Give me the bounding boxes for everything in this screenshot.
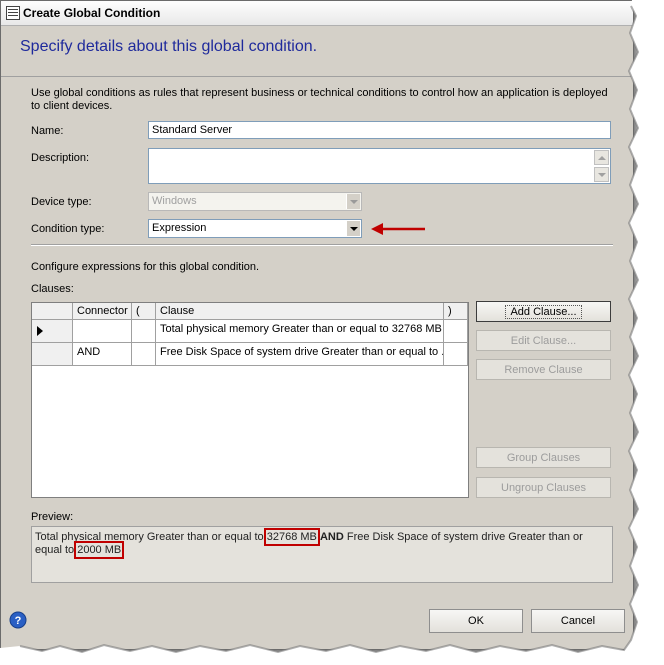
window-title: Create Global Condition: [23, 6, 161, 20]
table-row-2-close[interactable]: [444, 343, 468, 366]
preview-disk-value: 2000 MB: [74, 541, 125, 559]
column-header-connector[interactable]: Connector: [73, 303, 132, 320]
help-icon[interactable]: ?: [9, 611, 27, 629]
row-header-corner: [32, 303, 73, 320]
table-row-1-close[interactable]: [444, 320, 468, 343]
device-type-select: Windows: [148, 192, 362, 211]
wizard-header: Specify details about this global condit…: [1, 26, 633, 77]
separator: [31, 244, 613, 246]
table-row-1-clause[interactable]: Total physical memory Greater than or eq…: [156, 320, 444, 343]
row-selector[interactable]: [32, 320, 73, 343]
expressions-label: Configure expressions for this global co…: [31, 261, 260, 273]
table-row-2-connector[interactable]: AND: [73, 343, 132, 366]
add-clause-button[interactable]: Add Clause...: [476, 301, 611, 322]
svg-text:?: ?: [15, 615, 22, 627]
add-clause-label: Add Clause...: [505, 304, 582, 319]
clauses-label: Clauses:: [31, 283, 74, 295]
preview-connector: AND: [319, 531, 344, 543]
description-field[interactable]: [148, 148, 611, 184]
ungroup-clauses-button[interactable]: Ungroup Clauses: [476, 477, 611, 498]
group-clauses-button[interactable]: Group Clauses: [476, 447, 611, 468]
column-header-clause[interactable]: Clause: [156, 303, 444, 320]
table-row-1-open[interactable]: [132, 320, 156, 343]
table-row-2-clause[interactable]: Free Disk Space of system drive Greater …: [156, 343, 444, 366]
preview-label: Preview:: [31, 511, 74, 523]
preview-text-1: Total physical memory Greater than or eq…: [35, 531, 267, 543]
intro-text: Use global conditions as rules that repr…: [31, 87, 608, 112]
clauses-table[interactable]: Connector ( Clause ) Total physical memo…: [31, 302, 469, 498]
edit-clause-button[interactable]: Edit Clause...: [476, 330, 611, 351]
column-header-close-paren[interactable]: ): [444, 303, 468, 320]
row-pointer-icon: [37, 326, 43, 336]
title-bar: Create Global Condition: [1, 1, 633, 26]
column-header-open-paren[interactable]: (: [132, 303, 156, 320]
create-global-condition-dialog: Create Global Condition Specify details …: [0, 0, 634, 650]
table-row-2-open[interactable]: [132, 343, 156, 366]
description-label: Description:: [31, 152, 90, 164]
condition-type-label: Condition type:: [31, 223, 105, 235]
preview-memory-value: 32768 MB: [263, 528, 320, 546]
remove-clause-button[interactable]: Remove Clause: [476, 359, 611, 380]
chevron-down-icon: [346, 194, 360, 209]
cancel-button[interactable]: Cancel: [531, 609, 625, 633]
window-icon: [6, 6, 20, 20]
scroll-up-icon[interactable]: [594, 150, 609, 165]
row-selector[interactable]: [32, 343, 73, 366]
ok-button[interactable]: OK: [429, 609, 523, 633]
preview-box: Total physical memory Greater than or eq…: [31, 526, 613, 583]
red-arrow-annotation-icon: [371, 223, 425, 235]
condition-type-select[interactable]: Expression: [148, 219, 362, 238]
name-label: Name:: [31, 125, 64, 137]
name-field[interactable]: Standard Server: [148, 121, 611, 139]
scroll-down-icon[interactable]: [594, 167, 609, 182]
device-type-label: Device type:: [31, 196, 92, 208]
table-row-1-connector[interactable]: [73, 320, 132, 343]
device-type-value: Windows: [152, 195, 197, 207]
page-title: Specify details about this global condit…: [20, 38, 318, 55]
condition-type-value: Expression: [152, 222, 207, 234]
chevron-down-icon[interactable]: [346, 221, 360, 236]
